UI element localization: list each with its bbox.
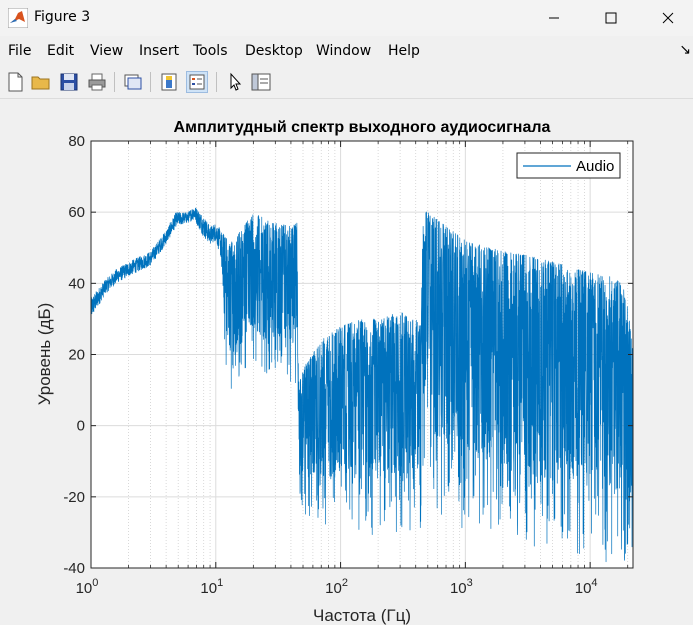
x-tick-label: 104 <box>575 577 598 597</box>
link-plot-icon[interactable] <box>122 71 144 93</box>
y-tick-label: 40 <box>68 275 85 292</box>
close-button[interactable] <box>645 0 691 36</box>
minimize-icon <box>549 17 559 19</box>
legend-toggle-button[interactable] <box>186 71 208 93</box>
y-tick-label: -20 <box>63 489 85 506</box>
menu-tools[interactable]: Tools <box>193 43 228 59</box>
y-tick-label: 0 <box>77 418 85 435</box>
minimize-button[interactable] <box>531 0 577 36</box>
save-icon[interactable] <box>58 71 80 93</box>
print-icon[interactable] <box>86 71 108 93</box>
x-tick-label: 102 <box>325 577 348 597</box>
menu-file[interactable]: File <box>8 43 31 59</box>
legend-label-audio: Audio <box>576 158 614 175</box>
toolbar <box>0 66 693 99</box>
close-icon <box>662 12 674 24</box>
colorbar-icon[interactable] <box>158 71 180 93</box>
maximize-icon <box>605 12 617 24</box>
y-tick-label: -40 <box>63 560 85 577</box>
y-tick-label: 20 <box>68 347 85 364</box>
menu-window[interactable]: Window <box>316 43 371 59</box>
maximize-button[interactable] <box>588 0 634 36</box>
spectrum-chart: -40-20020406080100 101 102 103 104 Амплитудн… <box>35 119 634 625</box>
x-axis-label: Частота (Гц) <box>313 606 411 625</box>
chart-title: Амплитудный спектр выходного аудиосигнал… <box>174 119 551 136</box>
menu-help[interactable]: Help <box>388 43 420 59</box>
legend-icon <box>189 74 205 90</box>
menu-edit[interactable]: Edit <box>47 43 74 59</box>
menu-insert[interactable]: Insert <box>139 43 179 59</box>
y-tick-label: 60 <box>68 204 85 221</box>
y-tick-label: 80 <box>68 133 85 150</box>
window-title: Figure 3 <box>34 9 91 25</box>
menu-view[interactable]: View <box>90 43 123 59</box>
menu-desktop[interactable]: Desktop <box>245 43 303 59</box>
y-axis-label: Уровень (дБ) <box>35 303 54 406</box>
title-bar: Figure 3 <box>0 0 693 36</box>
menu-bar: File Edit View Insert Tools Desktop Wind… <box>0 36 693 66</box>
matlab-logo-icon <box>8 8 28 28</box>
open-file-icon[interactable] <box>30 71 52 93</box>
property-inspector-icon[interactable] <box>250 71 272 93</box>
x-tick-label: 103 <box>450 577 473 597</box>
x-tick-exponent: 3 <box>467 577 473 589</box>
x-tick-label: 100 <box>76 577 99 597</box>
new-figure-icon[interactable] <box>4 71 26 93</box>
x-tick-label: 101 <box>200 577 223 597</box>
toolbar-separator <box>150 72 151 92</box>
dock-arrow-icon[interactable]: ↘ <box>679 42 691 58</box>
x-tick-exponent: 1 <box>217 577 223 589</box>
legend[interactable]: Audio <box>516 152 621 179</box>
x-tick-exponent: 0 <box>92 577 98 589</box>
x-tick-exponent: 2 <box>342 577 348 589</box>
toolbar-separator <box>216 72 217 92</box>
toolbar-separator <box>114 72 115 92</box>
pointer-arrow-icon[interactable] <box>224 71 246 93</box>
x-tick-exponent: 4 <box>591 577 597 589</box>
